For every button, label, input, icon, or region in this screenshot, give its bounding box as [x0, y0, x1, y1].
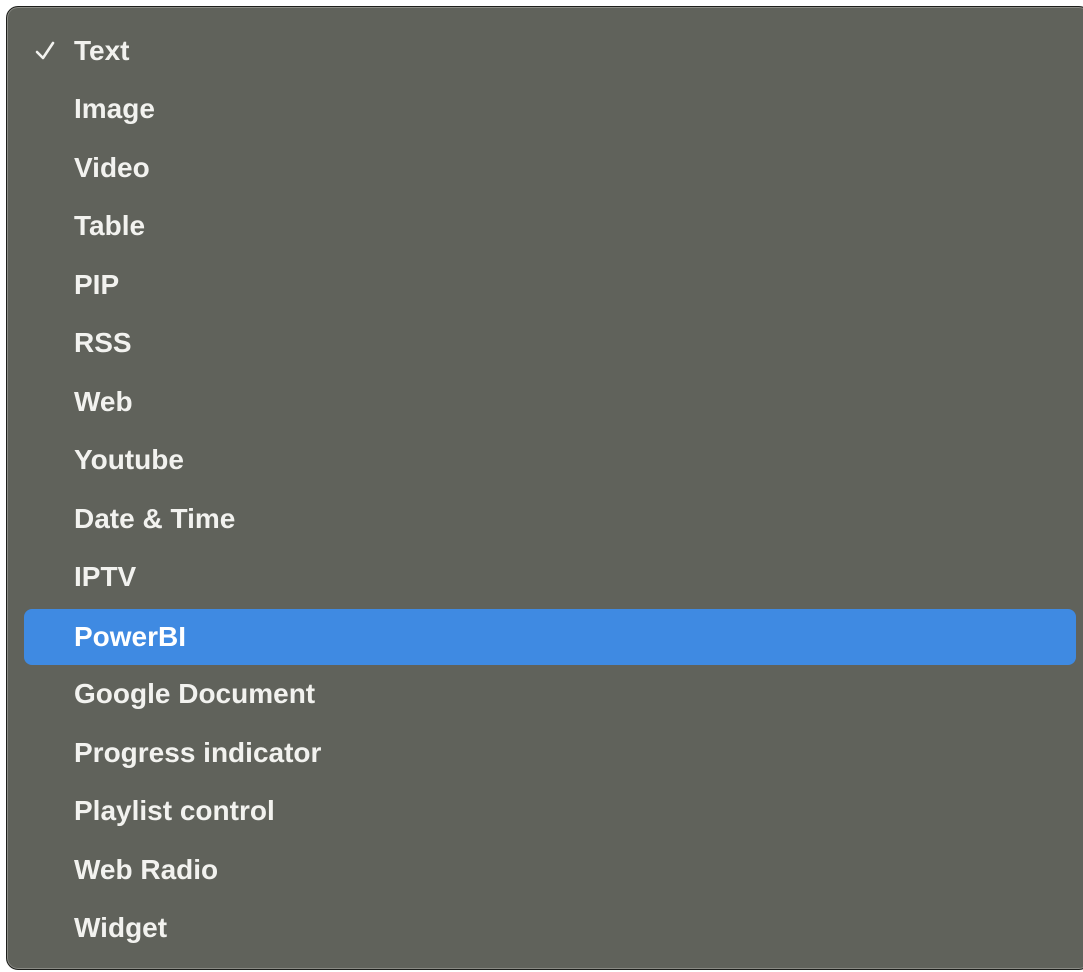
menu-item-google-document[interactable]: Google Document [24, 666, 1076, 722]
menu-item-label: Google Document [74, 678, 316, 709]
menu-item-label: Playlist control [74, 795, 275, 826]
menu-item-playlist-control[interactable]: Playlist control [24, 783, 1076, 839]
menu-item-rss[interactable]: RSS [24, 315, 1076, 371]
menu-item-label: IPTV [74, 561, 137, 592]
menu-item-widget[interactable]: Widget [24, 900, 1076, 956]
menu-item-label: PIP [74, 269, 120, 300]
menu-item-web[interactable]: Web [24, 374, 1076, 430]
menu-item-label: Widget [74, 912, 168, 943]
menu-item-pip[interactable]: PIP [24, 257, 1076, 313]
dropdown-menu: Text Image Video Table PIP RSS Web Youtu… [6, 6, 1083, 970]
menu-item-iptv[interactable]: IPTV [24, 549, 1076, 605]
menu-item-label: Web [74, 386, 133, 417]
menu-item-label: Progress indicator [74, 737, 322, 768]
menu-item-label: Image [74, 93, 155, 124]
menu-item-label: Table [74, 210, 146, 241]
menu-item-label: Video [74, 152, 150, 183]
menu-item-youtube[interactable]: Youtube [24, 432, 1076, 488]
menu-item-label: PowerBI [74, 621, 187, 652]
menu-item-label: Youtube [74, 444, 184, 475]
menu-item-web-radio[interactable]: Web Radio [24, 842, 1076, 898]
menu-item-powerbi[interactable]: PowerBI [24, 609, 1076, 665]
menu-item-table[interactable]: Table [24, 198, 1076, 254]
menu-item-video[interactable]: Video [24, 140, 1076, 196]
checkmark-icon [34, 23, 56, 79]
menu-item-label: Web Radio [74, 854, 219, 885]
menu-item-date-time[interactable]: Date & Time [24, 491, 1076, 547]
menu-item-label: Text [74, 35, 130, 66]
menu-item-text[interactable]: Text [24, 23, 1076, 79]
menu-item-image[interactable]: Image [24, 81, 1076, 137]
menu-item-label: Date & Time [74, 503, 236, 534]
menu-item-label: RSS [74, 327, 132, 358]
menu-item-progress-indicator[interactable]: Progress indicator [24, 725, 1076, 781]
